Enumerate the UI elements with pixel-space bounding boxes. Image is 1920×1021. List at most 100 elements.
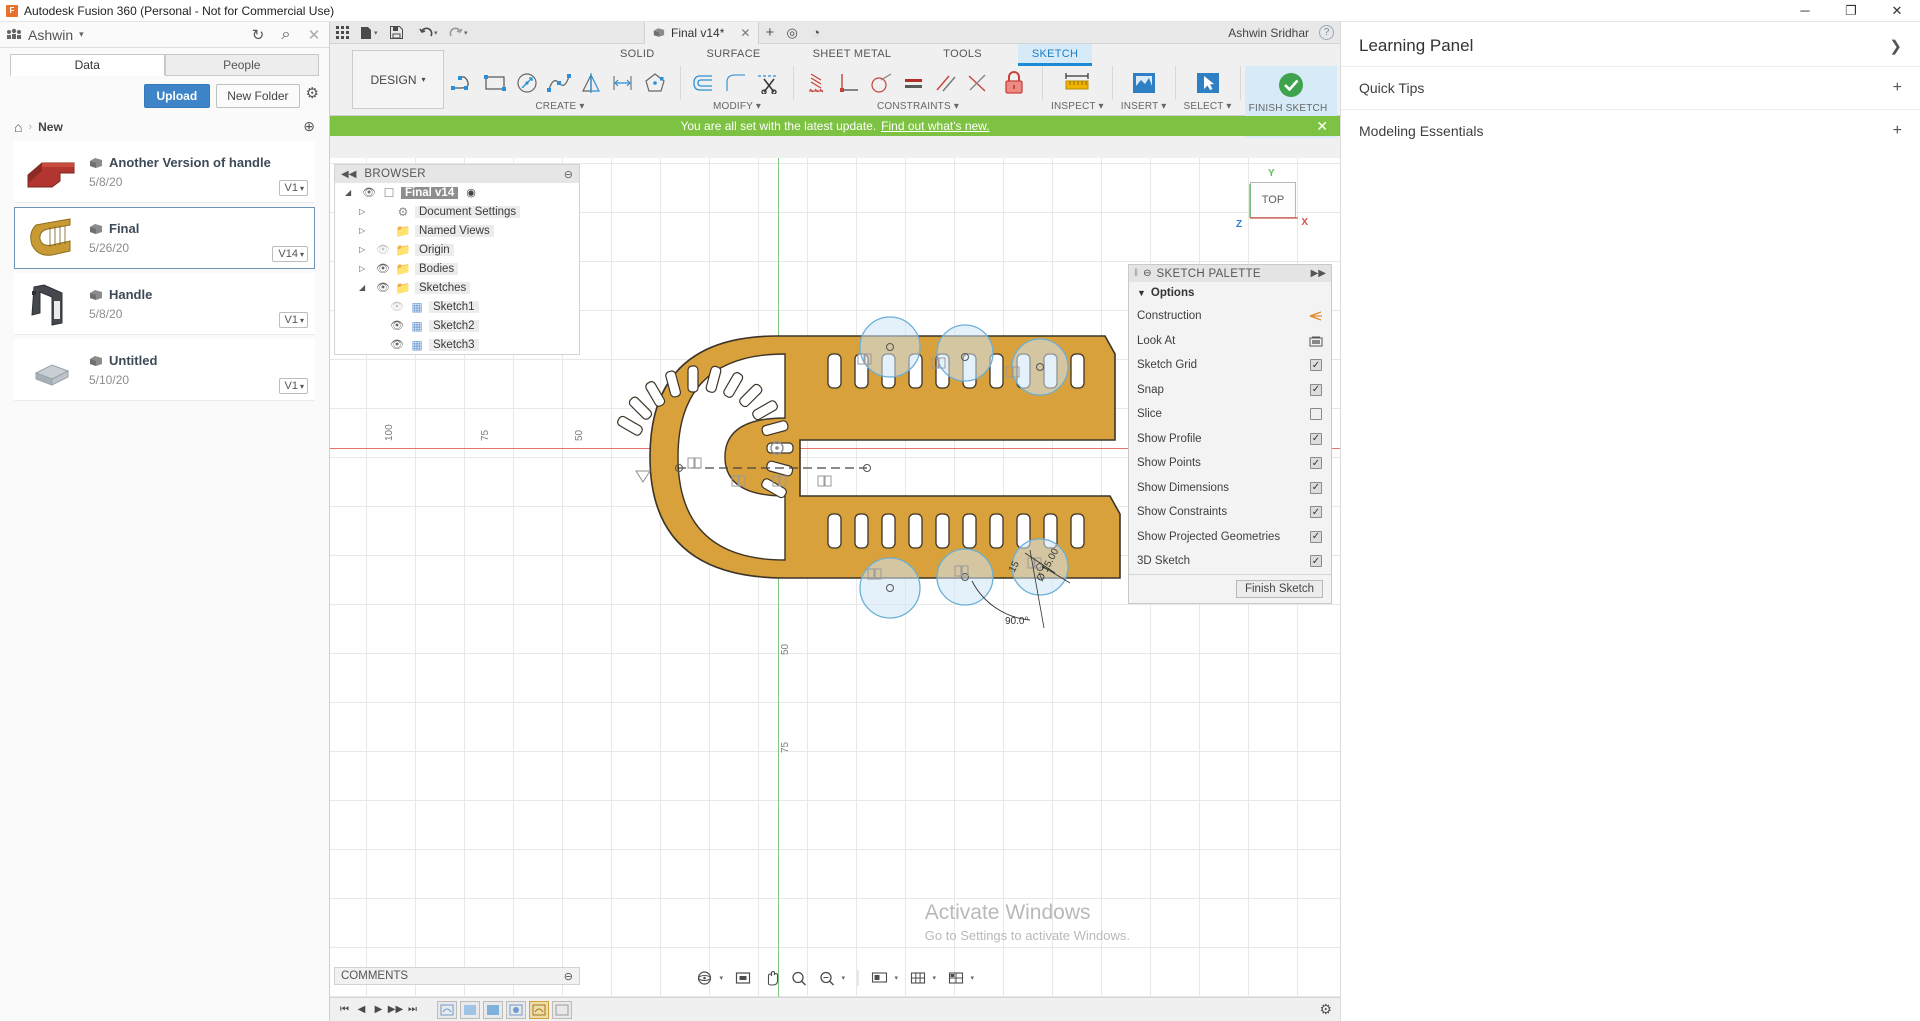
tree-item-sketch1[interactable]: 👁 ▦ Sketch1	[335, 297, 579, 316]
visibility-icon[interactable]: 👁	[389, 319, 405, 332]
checkbox[interactable]: ✓	[1310, 530, 1322, 543]
chevron-down-icon[interactable]: ▾	[971, 974, 979, 982]
palette-option-3d-sketch[interactable]: 3D Sketch ✓	[1129, 549, 1331, 574]
palette-option-sketch-grid[interactable]: Sketch Grid ✓	[1129, 353, 1331, 378]
tangent-constraint-icon[interactable]	[866, 67, 898, 99]
chevron-down-icon[interactable]: ▾	[933, 974, 941, 982]
design-canvas[interactable]: 100 75 50 50 50 75	[330, 158, 1340, 1021]
fix-constraint-icon[interactable]	[994, 63, 1034, 103]
tree-item-origin[interactable]: ▷ 👁 📁 Origin	[335, 240, 579, 259]
ribbon-group-label[interactable]: INSERT ▾	[1121, 101, 1167, 112]
look-at-icon[interactable]	[730, 967, 756, 989]
account-label[interactable]: Ashwin Sridhar	[1228, 26, 1309, 40]
ribbon-group-label[interactable]: CREATE ▾	[535, 101, 584, 112]
tree-item-sketch2[interactable]: 👁 ▦ Sketch2	[335, 316, 579, 335]
add-tab-button[interactable]: +	[765, 24, 774, 41]
close-icon[interactable]: ✕	[740, 26, 750, 40]
close-window-button[interactable]: ✕	[1874, 0, 1920, 22]
expander-icon[interactable]: ▷	[359, 245, 371, 254]
timeline-last-button[interactable]: ⏭	[404, 1000, 421, 1020]
ribbon-group-label[interactable]: INSPECT ▾	[1051, 101, 1104, 112]
equal-constraint-icon[interactable]	[898, 67, 930, 99]
zoom-icon[interactable]	[786, 967, 812, 989]
tab-tools[interactable]: TOOLS	[929, 44, 996, 66]
expander-icon[interactable]: ▷	[359, 207, 371, 216]
trim-tool-icon[interactable]	[753, 67, 785, 99]
close-panel-icon[interactable]: ✕	[305, 26, 323, 44]
palette-option-show-profile[interactable]: Show Profile ✓	[1129, 427, 1331, 452]
tree-item-named-views[interactable]: ▷ 📁 Named Views	[335, 221, 579, 240]
visibility-icon[interactable]: 👁	[375, 281, 391, 294]
tab-data[interactable]: Data	[10, 54, 165, 76]
learning-item-modeling-essentials[interactable]: Modeling Essentials +	[1341, 109, 1920, 152]
list-item[interactable]: Another Version of handle 5/8/20 V1 ▾	[14, 141, 315, 203]
midpoint-constraint-icon[interactable]	[962, 67, 994, 99]
fillet-tool-icon[interactable]	[689, 67, 721, 99]
upload-button[interactable]: Upload	[143, 84, 211, 108]
palette-menu-icon[interactable]: ⊖	[1143, 268, 1151, 279]
chevron-down-icon[interactable]: ▾	[895, 974, 903, 982]
checkbox[interactable]: ✓	[1310, 506, 1322, 519]
version-badge[interactable]: V1 ▾	[278, 312, 308, 328]
checkbox[interactable]: ✓	[1310, 481, 1322, 494]
timeline-play-button[interactable]: ▶	[370, 1000, 387, 1020]
chevron-down-icon[interactable]: ▾	[720, 974, 728, 982]
finish-sketch-button[interactable]: Finish Sketch	[1235, 579, 1323, 598]
chevron-down-icon[interactable]: ▾	[464, 29, 474, 37]
visibility-icon[interactable]: 👁	[361, 186, 377, 199]
timeline-prev-button[interactable]: ◀	[353, 1000, 370, 1020]
construction-line-icon[interactable]	[1309, 310, 1323, 322]
view-cube[interactable]: TOP Z Y X	[1236, 168, 1312, 238]
help-icon[interactable]: ?	[1319, 25, 1334, 40]
coincident-constraint-icon[interactable]	[802, 67, 834, 99]
select-cursor-icon[interactable]	[1188, 63, 1228, 103]
job-status-icon[interactable]: ◔	[804, 22, 828, 44]
expander-icon[interactable]: ▷	[359, 264, 371, 273]
expand-icon[interactable]: ▶▶	[1311, 268, 1326, 279]
rectangle-tool-icon[interactable]	[480, 67, 512, 99]
expander-icon[interactable]: ◢	[345, 188, 357, 197]
polygon-tool-icon[interactable]	[640, 67, 672, 99]
extensions-icon[interactable]: ◎	[780, 22, 804, 44]
version-badge[interactable]: V1 ▾	[278, 378, 308, 394]
checkbox[interactable]: ✓	[1310, 359, 1322, 372]
search-icon[interactable]: ⌕	[277, 26, 295, 44]
tree-item-bodies[interactable]: ▷ 👁 📁 Bodies	[335, 259, 579, 278]
version-badge[interactable]: V14 ▾	[272, 246, 308, 262]
close-icon[interactable]: ✕	[1316, 118, 1328, 135]
orbit-icon[interactable]	[692, 967, 718, 989]
notification-link[interactable]: Find out what's new.	[881, 119, 989, 133]
timeline-first-button[interactable]: ⏮	[336, 1000, 353, 1020]
globe-icon[interactable]: ⊕	[303, 118, 315, 135]
finish-sketch-check-icon[interactable]	[1271, 65, 1311, 105]
parallel-constraint-icon[interactable]	[930, 67, 962, 99]
insert-derive-icon[interactable]	[1124, 63, 1164, 103]
timeline-feature[interactable]	[437, 1000, 457, 1019]
visibility-icon[interactable]: 👁	[389, 338, 405, 351]
tab-sheet-metal[interactable]: SHEET METAL	[799, 44, 906, 66]
ribbon-group-label[interactable]: CONSTRAINTS ▾	[877, 101, 959, 112]
palette-option-slice[interactable]: Slice	[1129, 402, 1331, 427]
visibility-icon[interactable]: 👁	[375, 243, 391, 256]
offset-curve-icon[interactable]	[721, 67, 753, 99]
palette-option-show-projected-geometries[interactable]: Show Projected Geometries ✓	[1129, 525, 1331, 550]
visibility-icon[interactable]: 👁	[375, 262, 391, 275]
list-item[interactable]: Handle 5/8/20 V1 ▾	[14, 273, 315, 335]
minimize-button[interactable]: ─	[1782, 0, 1828, 22]
checkbox[interactable]	[1310, 408, 1322, 421]
chevron-down-icon[interactable]: ▾	[79, 29, 84, 40]
palette-option-snap[interactable]: Snap ✓	[1129, 378, 1331, 403]
checkbox[interactable]: ✓	[1310, 383, 1322, 396]
expand-icon[interactable]: +	[1893, 122, 1902, 140]
ribbon-group-label[interactable]: SELECT ▾	[1184, 101, 1232, 112]
browser-menu-icon[interactable]: ⊖	[564, 168, 573, 181]
maximize-button[interactable]: ❐	[1828, 0, 1874, 22]
version-badge[interactable]: V1 ▾	[278, 180, 308, 196]
home-icon[interactable]: ⌂	[14, 119, 22, 135]
grid-icon[interactable]	[330, 22, 354, 44]
new-folder-button[interactable]: New Folder	[216, 84, 300, 108]
display-settings-icon[interactable]	[867, 967, 893, 989]
checkbox[interactable]: ✓	[1310, 432, 1322, 445]
pan-icon[interactable]	[758, 967, 784, 989]
tree-item-document-settings[interactable]: ▷ ⚙ Document Settings	[335, 202, 579, 221]
